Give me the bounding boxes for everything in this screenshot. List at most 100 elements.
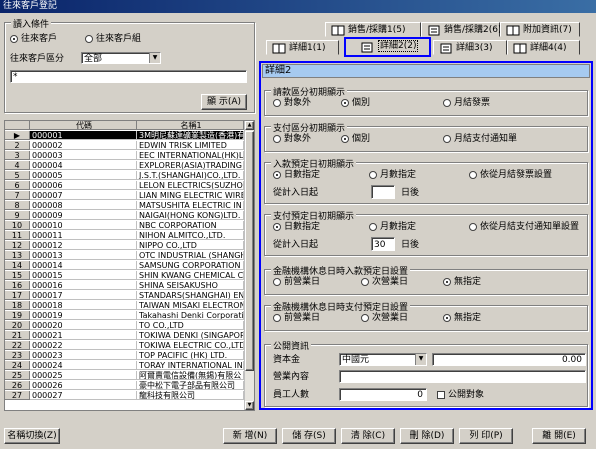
row-name[interactable]: EEC INTERNATIONAL(HK)L (137, 151, 244, 160)
close-button[interactable]: 離 開(E) (532, 428, 586, 444)
row-name[interactable]: 豪中松下電子部品有限公司 (137, 381, 244, 390)
row-number[interactable]: 20 (5, 321, 30, 330)
row-name[interactable]: EXPLORER(ASIA)TRADING C (137, 161, 244, 170)
show-button[interactable]: 顯 示(A) (201, 94, 247, 110)
row-number[interactable]: 19 (5, 311, 30, 320)
row-code[interactable]: 000003 (30, 151, 137, 160)
row-code[interactable]: 000025 (30, 371, 137, 380)
row-name[interactable]: TORAY INTERNATIONAL IN (137, 361, 244, 370)
row-number[interactable]: 7 (5, 191, 30, 200)
table-row[interactable]: 27 000027 龍科技有限公司 (5, 391, 254, 400)
row-name[interactable]: MATSUSHITA ELECTRIC IN (137, 201, 244, 210)
row-name[interactable]: LELON ELECTRICS(SUZHOU (137, 181, 244, 190)
table-row[interactable]: 22 000022 TOKIWA ELECTRIC CO.,LTD (5, 341, 254, 350)
row-code[interactable]: 000026 (30, 381, 137, 390)
row-code[interactable]: 000004 (30, 161, 137, 170)
radio-option[interactable]: 個別 (341, 134, 370, 144)
row-number[interactable]: 12 (5, 241, 30, 250)
radio-option[interactable]: 日數指定 (273, 170, 320, 180)
table-row[interactable]: 18 000018 TAIWAN MISAKI ELECTRON (5, 301, 254, 310)
row-name[interactable]: NBC CORPORATION (137, 221, 244, 230)
row-number[interactable]: 4 (5, 161, 30, 170)
table-row[interactable]: 17 000017 STANDARS(SHANGHAI) ENT (5, 291, 254, 300)
days-input[interactable]: 30 (371, 237, 395, 251)
row-number[interactable]: 11 (5, 231, 30, 240)
row-code[interactable]: 000013 (30, 251, 137, 260)
row-number[interactable]: ▶ (5, 131, 30, 140)
row-code[interactable]: 000002 (30, 141, 137, 150)
table-row[interactable]: 26 000026 豪中松下電子部品有限公司 (5, 381, 254, 390)
table-row[interactable]: 10 000010 NBC CORPORATION (5, 221, 254, 230)
tab-sales-purchase-1[interactable]: 銷售/採購1(5) (325, 22, 421, 37)
row-name[interactable]: NAIGAI(HONG KONG)LTD. (137, 211, 244, 220)
row-number[interactable]: 3 (5, 151, 30, 160)
row-name[interactable]: 3M明尼蘇達礦業製造(香港)有 (137, 131, 244, 140)
row-name[interactable]: J.S.T.(SHANGHAI)CO.,LTD. (137, 171, 244, 180)
table-row[interactable]: 20 000020 TO CO.,LTD (5, 321, 254, 330)
row-name[interactable]: 龍科技有限公司 (137, 391, 244, 400)
row-code[interactable]: 000018 (30, 301, 137, 310)
row-name[interactable]: OTC INDUSTRIAL (SHANGH (137, 251, 244, 260)
table-row[interactable]: 14 000014 SAMSUNG CORPORATION (5, 261, 254, 270)
tab-detail-3[interactable]: 詳細3(3) (433, 40, 507, 55)
row-code[interactable]: 000014 (30, 261, 137, 270)
row-code[interactable]: 000011 (30, 231, 137, 240)
radio-option[interactable]: 無指定 (443, 313, 481, 323)
row-name[interactable]: TOP PACIFIC (HK) LTD. (137, 351, 244, 360)
row-number[interactable]: 21 (5, 331, 30, 340)
category-select[interactable]: 全部 ▼ (81, 52, 161, 64)
row-code[interactable]: 000019 (30, 311, 137, 320)
table-row[interactable]: 11 000011 NIHON ALMITCO.,LTD. (5, 231, 254, 240)
row-code[interactable]: 000020 (30, 321, 137, 330)
row-number[interactable]: 16 (5, 281, 30, 290)
scroll-thumb[interactable] (245, 131, 254, 371)
table-row[interactable]: 16 000016 SHINA SEISAKUSHO (5, 281, 254, 290)
table-row[interactable]: 8 000008 MATSUSHITA ELECTRIC IN (5, 201, 254, 210)
row-number[interactable]: 23 (5, 351, 30, 360)
table-row[interactable]: 3 000003 EEC INTERNATIONAL(HK)L (5, 151, 254, 160)
row-code[interactable]: 000010 (30, 221, 137, 230)
radio-option[interactable]: 無指定 (443, 277, 481, 287)
radio-option[interactable]: 個別 (341, 98, 370, 108)
row-code[interactable]: 000027 (30, 391, 137, 400)
row-code[interactable]: 000015 (30, 271, 137, 280)
row-code[interactable]: 000024 (30, 361, 137, 370)
tab-additional-info[interactable]: 附加資訊(7) (500, 22, 580, 37)
row-code[interactable]: 000007 (30, 191, 137, 200)
radio-option[interactable]: 次營業日 (361, 277, 408, 287)
row-code[interactable]: 000022 (30, 341, 137, 350)
print-button[interactable]: 列 印(P) (459, 428, 513, 444)
row-name[interactable]: STANDARS(SHANGHAI) ENT (137, 291, 244, 300)
row-number[interactable]: 18 (5, 301, 30, 310)
row-code[interactable]: 000006 (30, 181, 137, 190)
row-number[interactable]: 8 (5, 201, 30, 210)
vertical-scrollbar[interactable]: ▲ ▼ (244, 121, 254, 410)
row-number[interactable]: 27 (5, 391, 30, 400)
row-name[interactable]: SAMSUNG CORPORATION (137, 261, 244, 270)
row-code[interactable]: 000017 (30, 291, 137, 300)
switch-name-button[interactable]: 名稱切換(Z) (4, 428, 60, 444)
staff-input[interactable]: 0 (339, 388, 427, 401)
delete-button[interactable]: 刪 除(D) (400, 428, 454, 444)
save-button[interactable]: 儲 存(S) (282, 428, 336, 444)
new-button[interactable]: 新 增(N) (223, 428, 277, 444)
row-name[interactable]: 阿爾賣電信設備(無錫)有限公 (137, 371, 244, 380)
row-number[interactable]: 5 (5, 171, 30, 180)
row-code[interactable]: 000021 (30, 331, 137, 340)
row-number[interactable]: 15 (5, 271, 30, 280)
tab-detail-2[interactable]: 詳細2(2) (344, 37, 431, 57)
table-row[interactable]: 7 000007 LIAN MING ELECTRIC WIRE (5, 191, 254, 200)
radio-customer[interactable]: 往來客戶 (10, 34, 57, 44)
row-name[interactable]: EDWIN TRISK LIMITED (137, 141, 244, 150)
row-name[interactable]: NIHON ALMITCO.,LTD. (137, 231, 244, 240)
row-name[interactable]: NIPPO CO.,LTD (137, 241, 244, 250)
row-number[interactable]: 22 (5, 341, 30, 350)
business-input[interactable] (339, 370, 586, 383)
clear-button[interactable]: 清 除(C) (341, 428, 395, 444)
radio-option[interactable]: 次營業日 (361, 313, 408, 323)
radio-option[interactable]: 前營業日 (273, 313, 320, 323)
row-name[interactable]: SHIN KWANG CHEMICAL CO (137, 271, 244, 280)
table-row[interactable]: 23 000023 TOP PACIFIC (HK) LTD. (5, 351, 254, 360)
row-name[interactable]: Takahashi Denki Corporation (137, 311, 244, 320)
radio-option[interactable]: 對象外 (273, 98, 311, 108)
